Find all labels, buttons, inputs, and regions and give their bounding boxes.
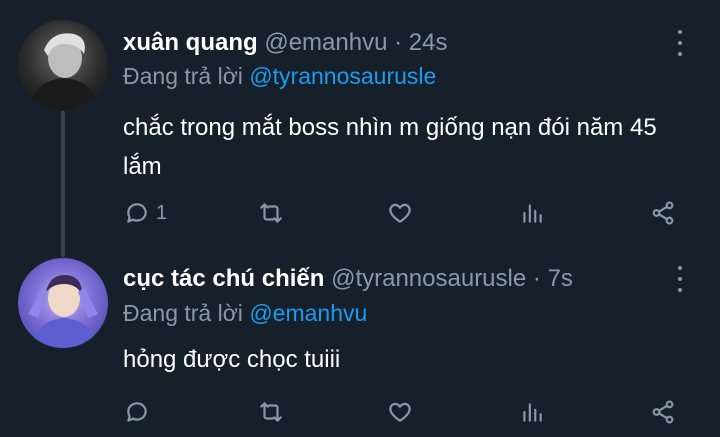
stats-button[interactable] [519,198,545,228]
more-options-icon[interactable] [670,266,690,292]
avatar[interactable] [18,258,108,348]
reply-icon [127,203,147,223]
reply-count: 1 [156,201,168,224]
reply-icon [127,402,147,422]
reply-button[interactable] [124,397,156,427]
reply-mention-link[interactable]: @emanhvu [249,300,367,326]
share-icon [652,400,674,424]
user-handle[interactable]: @tyrannosaurusle [331,265,526,292]
separator-dot: · [394,29,403,56]
replying-to: Đang trả lời @emanhvu [123,300,367,327]
retweet-icon [260,402,282,422]
reply-prefix: Đang trả lời [123,63,243,89]
replying-to: Đang trả lời @tyrannosaurusle [123,63,436,90]
tweet[interactable]: cục tác chú chiến @tyrannosaurusle · 7s … [0,240,720,437]
display-name[interactable]: cục tác chú chiến [123,265,324,292]
stats-button[interactable] [519,397,545,427]
retweet-button[interactable] [258,397,284,427]
tweet-text: hỏng được chọc tuiii [123,346,341,373]
reply-button[interactable]: 1 [124,198,167,228]
timestamp[interactable]: 24s [409,29,448,56]
avatar[interactable] [18,20,108,110]
tweet-text: chắc trong mắt boss nhìn m giống nạn đói… [123,114,657,180]
user-handle[interactable]: @emanhvu [264,29,387,56]
stats-icon [523,204,542,223]
retweet-button[interactable] [258,198,284,228]
timestamp[interactable]: 7s [548,265,573,292]
like-button[interactable] [387,198,413,228]
tweet-actions: 1 [0,198,720,228]
reply-prefix: Đang trả lời [123,300,243,326]
share-button[interactable] [650,198,676,228]
more-options-icon[interactable] [670,30,690,56]
tweet[interactable]: xuân quang @emanhvu · 24s Đang trả lời @… [0,0,720,240]
stats-icon [523,403,542,422]
reply-mention-link[interactable]: @tyrannosaurusle [249,63,436,89]
share-button[interactable] [650,397,676,427]
like-icon [389,402,411,422]
display-name[interactable]: xuân quang [123,29,258,56]
tweet-actions [0,397,720,427]
tweet-header: xuân quang @emanhvu · 24s [123,29,447,57]
retweet-icon [260,203,282,223]
separator-dot: · [532,265,541,292]
like-button[interactable] [387,397,413,427]
share-icon [652,201,674,225]
like-icon [389,203,411,223]
tweet-header: cục tác chú chiến @tyrannosaurusle · 7s [123,265,573,293]
